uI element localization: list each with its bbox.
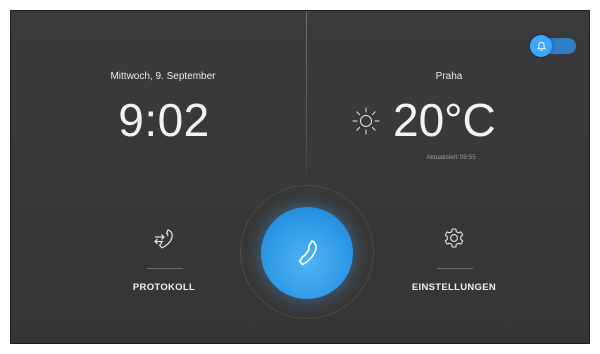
clock: 9:02 [118, 94, 210, 146]
protokoll-label: PROTOKOLL [132, 282, 196, 293]
protokoll-underline [147, 268, 183, 269]
date-label: Mittwoch, 9. September [110, 71, 216, 82]
call-log-icon [154, 229, 173, 249]
phone-icon [298, 240, 317, 266]
call-button[interactable] [261, 207, 353, 299]
home-screen: Mittwoch, 9. September 9:02 Praha 20°C A… [11, 11, 589, 343]
sun-icon [352, 107, 380, 135]
bell-icon [536, 41, 546, 51]
center-divider [306, 11, 307, 173]
temperature: 20°C [393, 94, 496, 146]
einstellungen-button[interactable]: EINSTELLUNGEN [404, 223, 504, 303]
weather-widget: 20°C [351, 93, 551, 153]
gear-icon [444, 228, 464, 248]
notification-toggle[interactable] [530, 35, 576, 57]
city-label: Praha [435, 71, 463, 82]
intercom-panel: Mittwoch, 9. September 9:02 Praha 20°C A… [10, 10, 590, 344]
toggle-knob[interactable] [530, 35, 552, 57]
einstellungen-underline [437, 268, 473, 269]
weather-updated-label: Aktualisiert 08:55 [426, 154, 476, 161]
einstellungen-label: EINSTELLUNGEN [411, 282, 497, 293]
protokoll-button[interactable]: PROTOKOLL [114, 223, 214, 303]
